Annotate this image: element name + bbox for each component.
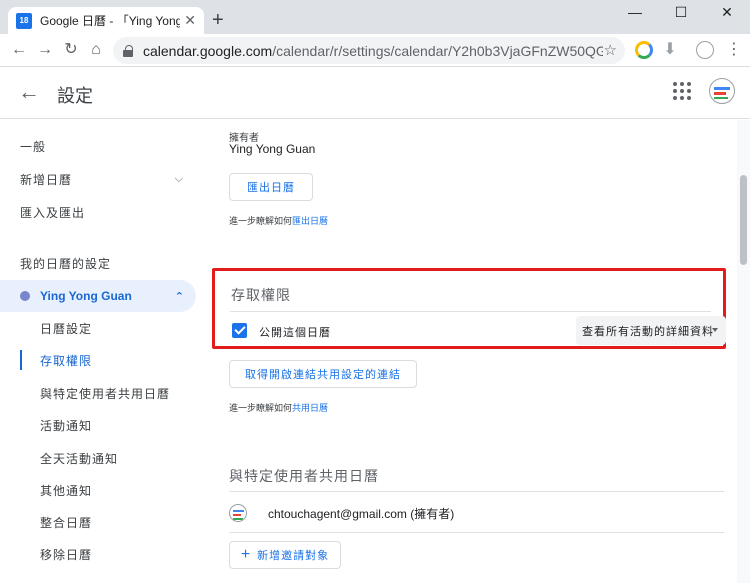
- dropdown-caret-icon: [712, 328, 718, 332]
- divider: [229, 491, 724, 492]
- browser-chrome: 18 Google 日曆 - 「Ying Yong Guan ✕ + — ☐ ✕…: [0, 0, 750, 67]
- google-apps-icon[interactable]: [673, 82, 691, 100]
- sidebar-item-other-notifications[interactable]: 其他通知: [0, 474, 196, 506]
- share-section-title: 與特定使用者共用日曆: [229, 468, 379, 484]
- sidebar-section-my-calendars: 我的日曆的設定: [20, 256, 112, 271]
- settings-sidebar: 一般 新增日曆 ⌵ 匯入及匯出 我的日曆的設定 Ying Yong Guan ⌃ …: [0, 120, 200, 583]
- maximize-icon[interactable]: ☐: [658, 4, 704, 21]
- sidebar-item-calendar[interactable]: Ying Yong Guan ⌃: [0, 280, 196, 312]
- learn-export-text: 進一步瞭解如何匯出日曆: [229, 216, 329, 226]
- url-text: calendar.google.com/calendar/r/settings/…: [143, 42, 603, 59]
- sidebar-item-general[interactable]: 一般: [0, 130, 196, 162]
- export-calendar-button[interactable]: 匯出日曆: [229, 173, 313, 201]
- get-shareable-link-button[interactable]: 取得開啟連結共用設定的連結: [229, 360, 417, 388]
- sidebar-item-share-with-people[interactable]: 與特定使用者共用日曆: [0, 377, 196, 409]
- chevron-up-icon: ⌃: [174, 290, 184, 303]
- calendar-color-dot: [20, 291, 30, 301]
- access-section-title: 存取權限: [231, 287, 291, 303]
- public-calendar-checkbox[interactable]: [232, 323, 247, 338]
- forward-icon[interactable]: →: [35, 40, 55, 60]
- scrollbar-thumb[interactable]: [740, 175, 747, 265]
- learn-share-text: 進一步瞭解如何共用日曆: [229, 403, 329, 413]
- visibility-select[interactable]: 查看所有活動的詳細資料: [576, 316, 726, 345]
- settings-main: 擁有者 Ying Yong Guan 匯出日曆 進一步瞭解如何匯出日曆 存取權限…: [200, 120, 736, 583]
- sidebar-item-integrate-calendar[interactable]: 整合日曆: [0, 506, 196, 538]
- page-title: 設定: [57, 86, 93, 106]
- learn-share-link[interactable]: 共用日曆: [292, 403, 328, 413]
- public-calendar-label[interactable]: 公開這個日曆: [259, 324, 331, 340]
- plus-icon: +: [240, 546, 252, 563]
- address-bar[interactable]: calendar.google.com/calendar/r/settings/…: [113, 37, 625, 64]
- page-scrollbar[interactable]: [737, 120, 750, 583]
- tab-title: Google 日曆 - 「Ying Yong Guan: [40, 14, 180, 28]
- sidebar-item-access-permissions[interactable]: 存取權限: [0, 344, 196, 376]
- sidebar-item-calendar-settings[interactable]: 日曆設定: [0, 312, 196, 344]
- sidebar-item-add-calendar[interactable]: 新增日曆 ⌵: [0, 163, 196, 195]
- access-permissions-section: 存取權限 公開這個日曆 查看所有活動的詳細資料: [212, 268, 726, 349]
- tab-close-icon[interactable]: ✕: [184, 12, 196, 29]
- account-avatar[interactable]: [709, 78, 735, 104]
- home-icon[interactable]: ⌂: [86, 40, 106, 60]
- tab-strip: 18 Google 日曆 - 「Ying Yong Guan ✕ + — ☐ ✕: [0, 0, 750, 34]
- window-close-icon[interactable]: ✕: [704, 4, 750, 21]
- back-arrow-icon[interactable]: ←: [18, 79, 40, 105]
- extension-icon[interactable]: [635, 41, 653, 59]
- chevron-down-icon: ⌵: [174, 172, 184, 185]
- browser-menu-icon[interactable]: ⋮: [724, 40, 744, 60]
- divider: [230, 311, 711, 312]
- profile-avatar-icon[interactable]: [696, 41, 714, 59]
- app-header: ← 設定: [0, 67, 750, 119]
- owner-name: Ying Yong Guan: [229, 142, 316, 156]
- sidebar-item-event-notifications[interactable]: 活動通知: [0, 409, 196, 441]
- calendar-favicon-icon: 18: [16, 12, 32, 29]
- share-user-avatar: [229, 504, 247, 522]
- browser-tab[interactable]: 18 Google 日曆 - 「Ying Yong Guan ✕: [8, 7, 204, 34]
- learn-export-link[interactable]: 匯出日曆: [292, 216, 328, 226]
- lock-icon: [123, 44, 133, 57]
- back-icon[interactable]: ←: [9, 40, 29, 60]
- sidebar-item-all-day-notifications[interactable]: 全天活動通知: [0, 442, 196, 474]
- sidebar-item-import-export[interactable]: 匯入及匯出: [0, 196, 196, 228]
- bookmark-star-icon[interactable]: ☆: [604, 41, 617, 59]
- sidebar-item-remove-calendar[interactable]: 移除日曆: [0, 538, 196, 570]
- share-user-email: chtouchagent@gmail.com (擁有者): [268, 507, 455, 521]
- reload-icon[interactable]: ↻: [61, 40, 81, 60]
- minimize-icon[interactable]: —: [612, 4, 658, 20]
- new-tab-icon[interactable]: +: [212, 10, 224, 30]
- add-people-button[interactable]: + 新增邀請對象: [229, 541, 341, 569]
- divider: [229, 532, 724, 533]
- browser-toolbar: ← → ↻ ⌂ calendar.google.com/calendar/r/s…: [0, 34, 750, 67]
- download-icon[interactable]: ⬇: [660, 40, 680, 60]
